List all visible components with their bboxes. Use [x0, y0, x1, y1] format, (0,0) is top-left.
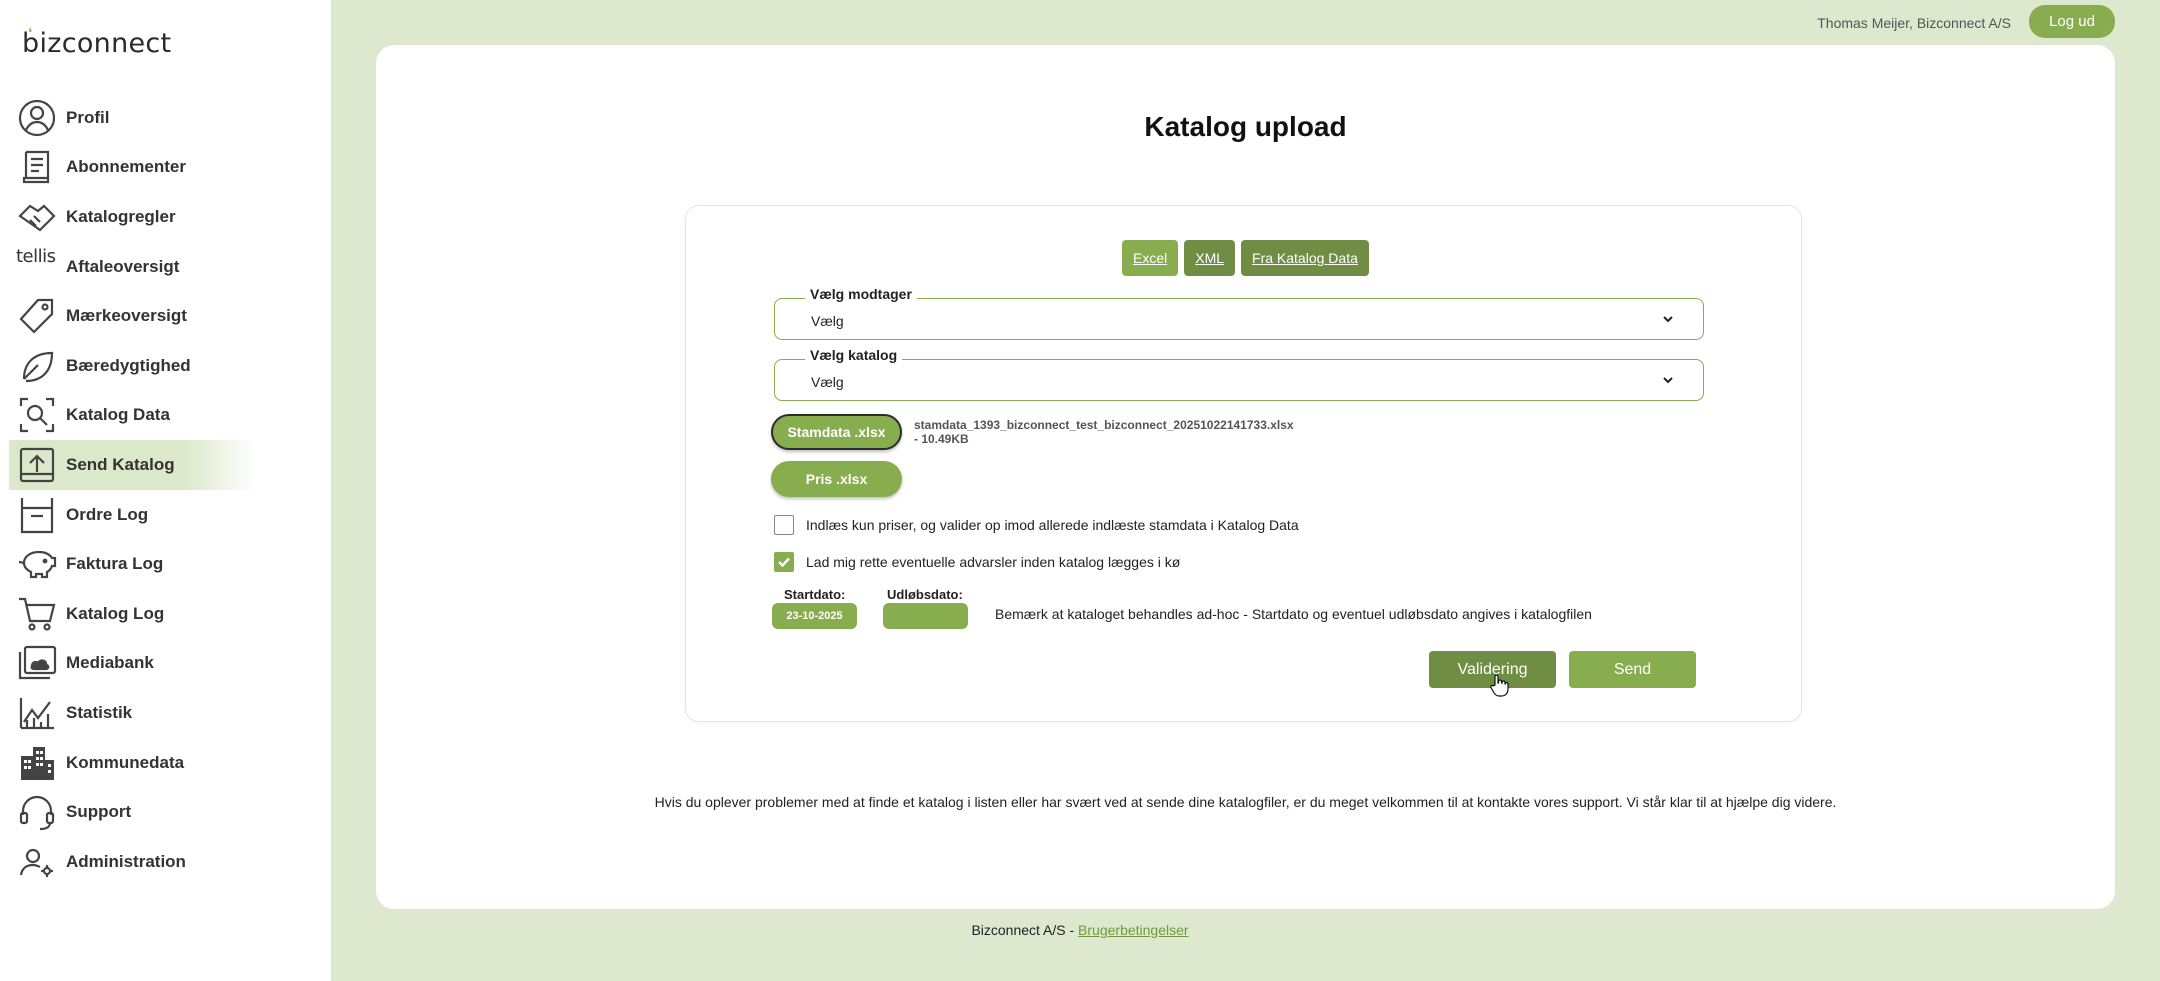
bizconnect-logo[interactable]: ❛ bizconnect [22, 26, 172, 59]
tab-fra-katalog-data[interactable]: Fra Katalog Data [1241, 240, 1369, 276]
sidebar-item-ordre-log[interactable]: Ordre Log [0, 490, 331, 540]
tellis-logo: tellis [16, 245, 56, 267]
upload-box-icon [16, 444, 58, 486]
logout-button[interactable]: Log ud [2029, 5, 2115, 38]
sidebar-item-label: Support [66, 802, 132, 822]
selected-file-name: stamdata_1393_bizconnect_test_bizconnect… [914, 418, 1294, 432]
send-button[interactable]: Send [1569, 651, 1696, 688]
sidebar-item-label: Bæredygtighed [66, 355, 191, 375]
sidebar-item-aftaleoversigt[interactable]: tellis Aftaleoversigt [0, 242, 331, 292]
current-user: Thomas Meijer, Bizconnect A/S [1817, 15, 2011, 31]
sidebar-item-statistik[interactable]: Statistik [0, 688, 331, 738]
recipient-select-label: Vælg modtager [805, 286, 917, 302]
cart-icon [16, 593, 58, 635]
fix-warnings-checkbox[interactable] [774, 552, 794, 572]
piggy-bank-icon [16, 543, 58, 585]
option-prices-only: Indlæs kun priser, og valider op imod al… [774, 515, 1299, 535]
upload-panel: Excel XML Fra Katalog Data Vælg modtager… [685, 205, 1802, 722]
hand-pointer-icon [1490, 674, 1509, 697]
chevron-down-icon [1663, 377, 1673, 384]
selected-file-info: stamdata_1393_bizconnect_test_bizconnect… [914, 418, 1294, 446]
sidebar-item-label: Profil [66, 107, 110, 127]
inbox-icon [16, 494, 58, 536]
sidebar-item-label: Katalogregler [66, 206, 176, 226]
sidebar-item-label: Administration [66, 851, 186, 871]
sidebar-item-label: Katalog Log [66, 603, 165, 623]
search-frame-icon [16, 394, 58, 436]
leaf-icon [16, 345, 58, 387]
sidebar-nav: Profil Abonnementer Katalogregler tellis… [0, 93, 331, 887]
footer: Bizconnect A/S - Brugerbetingelser [0, 922, 2160, 938]
tab-excel[interactable]: Excel [1122, 240, 1179, 276]
fix-warnings-label: Lad mig rette eventuelle advarsler inden… [806, 554, 1181, 570]
footer-company: Bizconnect A/S - [971, 922, 1075, 938]
tab-xml[interactable]: XML [1184, 240, 1236, 276]
sidebar-item-mediabank[interactable]: Mediabank [0, 639, 331, 689]
user-circle-icon [16, 97, 58, 139]
date-note: Bemærk at kataloget behandles ad-hoc - S… [995, 606, 1592, 622]
catalog-select-label: Vælg katalog [805, 347, 903, 363]
handshake-icon [16, 196, 58, 238]
check-icon [778, 557, 790, 568]
sidebar-item-label: Abonnementer [66, 157, 186, 177]
sidebar-item-profil[interactable]: Profil [0, 93, 331, 143]
recipient-select-value: Vælg [811, 313, 844, 329]
sidebar-item-faktura-log[interactable]: Faktura Log [0, 539, 331, 589]
sidebar-item-label: Mærkeoversigt [66, 306, 187, 326]
sidebar-item-label: Ordre Log [66, 504, 149, 524]
sidebar-item-label: Faktura Log [66, 554, 164, 574]
catalog-select[interactable]: Vælg katalog Vælg [774, 347, 1704, 401]
page-title: Katalog upload [1144, 111, 1347, 142]
expiry-date-label: Udløbsdato: [887, 587, 963, 602]
catalog-select-value: Vælg [811, 374, 844, 390]
pris-upload-button[interactable]: Pris .xlsx [771, 461, 902, 497]
sidebar-item-support[interactable]: Support [0, 787, 331, 837]
start-date-label: Startdato: [784, 587, 846, 602]
terms-link[interactable]: Brugerbetingelser [1078, 922, 1189, 938]
sidebar-item-label: Kommunedata [66, 752, 185, 772]
sidebar-item-katalogregler[interactable]: Katalogregler [0, 192, 331, 242]
option-fix-warnings: Lad mig rette eventuelle advarsler inden… [774, 552, 1180, 572]
sidebar-item-label: Statistik [66, 702, 133, 722]
sidebar-item-administration[interactable]: Administration [0, 837, 331, 887]
sidebar-item-abonnementer[interactable]: Abonnementer [0, 143, 331, 193]
buildings-icon [16, 742, 58, 784]
sidebar-item-katalog-log[interactable]: Katalog Log [0, 589, 331, 639]
folder-image-icon [16, 642, 58, 684]
sidebar-item-label: Mediabank [66, 653, 154, 673]
logo-text: bizconnect [22, 28, 172, 59]
sidebar-item-maerkeoversigt[interactable]: Mærkeoversigt [0, 291, 331, 341]
line-chart-icon [16, 692, 58, 734]
headset-icon [16, 791, 58, 833]
tag-icon [16, 295, 58, 337]
sidebar-item-label: Aftaleoversigt [66, 256, 180, 276]
start-date-input[interactable]: 23-10-2025 [772, 603, 857, 629]
prices-only-checkbox[interactable] [774, 515, 794, 535]
format-tabs: Excel XML Fra Katalog Data [1122, 240, 1369, 276]
sidebar-item-kommunedata[interactable]: Kommunedata [0, 738, 331, 788]
sidebar-item-katalog-data[interactable]: Katalog Data [0, 391, 331, 441]
sidebar-item-baeredygtighed[interactable]: Bæredygtighed [0, 341, 331, 391]
main-card: Katalog upload Excel XML Fra Katalog Dat… [376, 45, 2115, 909]
sidebar-item-label: Send Katalog [66, 454, 175, 474]
support-note: Hvis du oplever problemer med at finde e… [654, 794, 1837, 810]
logo-leaf-icon: ❛ [28, 26, 33, 41]
sidebar-item-send-katalog[interactable]: Send Katalog [9, 440, 256, 490]
chevron-down-icon [1663, 316, 1673, 323]
sidebar-item-label: Katalog Data [66, 405, 170, 425]
selected-file-size: - 10.49KB [914, 432, 969, 446]
prices-only-label: Indlæs kun priser, og valider op imod al… [806, 517, 1299, 533]
user-settings-icon [16, 841, 58, 883]
recipient-select[interactable]: Vælg modtager Vælg [774, 286, 1704, 340]
expiry-date-input[interactable] [883, 603, 968, 629]
sidebar: ❛ bizconnect Profil Abonnementer Katalog… [0, 0, 331, 981]
stamdata-upload-button[interactable]: Stamdata .xlsx [771, 414, 902, 450]
document-scroll-icon [16, 146, 58, 188]
